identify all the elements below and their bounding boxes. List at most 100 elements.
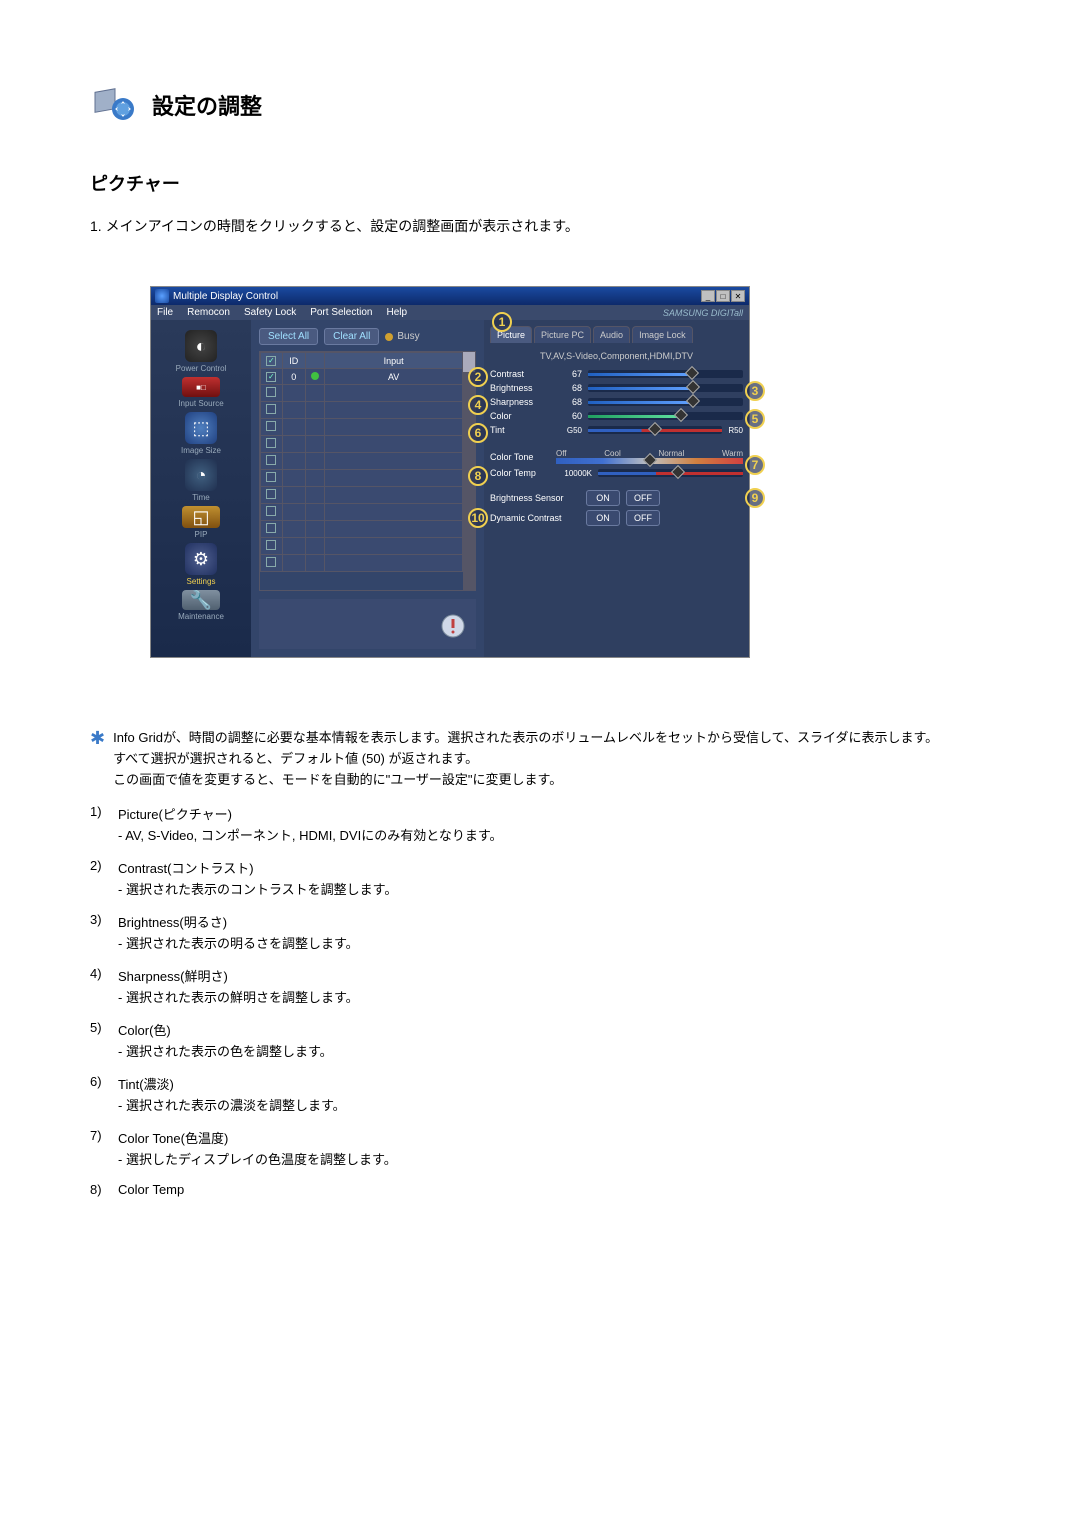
note-item: 5)Color(色)- 選択された表示の色を調整します。 — [90, 1020, 990, 1060]
callout-4: 4 — [468, 395, 488, 415]
table-row[interactable]: 0 AV — [261, 369, 463, 385]
dynamic-contrast-row: Dynamic Contrast ON OFF — [490, 510, 743, 526]
nav-input-source[interactable]: ■□ Input Source — [178, 377, 223, 408]
callout-7: 7 — [745, 455, 765, 475]
header-checkbox[interactable] — [266, 356, 276, 366]
color-row: Color 60 — [490, 411, 743, 421]
nav-maintenance[interactable]: 🔧 Maintenance — [178, 590, 224, 621]
input-icon: ■□ — [182, 377, 220, 397]
close-button[interactable]: ✕ — [731, 290, 745, 302]
table-row[interactable] — [261, 504, 463, 521]
contrast-row: Contrast 67 — [490, 369, 743, 379]
note-item: 8)Color Temp — [90, 1182, 990, 1197]
table-row[interactable] — [261, 538, 463, 555]
sharpness-slider[interactable] — [588, 398, 743, 406]
callout-1: 1 — [492, 312, 512, 332]
color-tone-slider[interactable] — [556, 458, 743, 464]
clear-all-button[interactable]: Clear All — [324, 328, 379, 345]
section-title: ピクチャー — [90, 170, 990, 196]
color-temp-row: Color Temp 10000K — [490, 468, 743, 478]
row-checkbox[interactable] — [266, 372, 276, 382]
busy-indicator: Busy — [385, 331, 419, 342]
maintenance-icon: 🔧 — [182, 590, 220, 610]
brand-label: SAMSUNG DIGITall — [663, 308, 743, 318]
brightness-sensor-on[interactable]: ON — [586, 490, 620, 506]
center-pane: Select All Clear All Busy ID Input — [251, 320, 484, 657]
callout-2: 2 — [468, 367, 488, 387]
callout-9: 9 — [745, 488, 765, 508]
menu-safety-lock[interactable]: Safety Lock — [244, 307, 296, 318]
brightness-sensor-row: Brightness Sensor ON OFF — [490, 490, 743, 506]
table-row[interactable] — [261, 555, 463, 572]
table-row[interactable] — [261, 453, 463, 470]
table-row[interactable] — [261, 521, 463, 538]
callout-8: 8 — [468, 466, 488, 486]
menubar: File Remocon Safety Lock Port Selection … — [151, 305, 749, 320]
page-header: 設定の調整 — [90, 80, 990, 130]
nav-power-control[interactable]: ◐ Power Control — [176, 330, 227, 373]
star-icon: ✱ — [90, 728, 105, 790]
page-title: 設定の調整 — [152, 89, 262, 121]
table-row[interactable] — [261, 436, 463, 453]
window-title: Multiple Display Control — [173, 291, 278, 302]
table-row[interactable] — [261, 385, 463, 402]
callout-6: 6 — [468, 423, 488, 443]
nav-image-size[interactable]: ⬚ Image Size — [181, 412, 221, 455]
time-icon: ◔ — [185, 459, 217, 491]
color-slider[interactable] — [588, 412, 743, 420]
brightness-slider[interactable] — [588, 384, 743, 392]
table-row[interactable] — [261, 402, 463, 419]
callout-3: 3 — [745, 381, 765, 401]
table-row[interactable] — [261, 470, 463, 487]
app-window: Multiple Display Control _ □ ✕ File Remo… — [150, 286, 750, 658]
star-note: ✱ Info Gridが、時間の調整に必要な基本情報を表示します。選択された表示… — [90, 728, 990, 790]
tab-audio[interactable]: Audio — [593, 326, 630, 343]
sharpness-row: Sharpness 68 — [490, 397, 743, 407]
status-strip — [259, 599, 476, 649]
menu-file[interactable]: File — [157, 307, 173, 318]
table-row[interactable] — [261, 419, 463, 436]
tab-picture-pc[interactable]: Picture PC — [534, 326, 591, 343]
note-item: 6)Tint(濃淡)- 選択された表示の濃淡を調整します。 — [90, 1074, 990, 1114]
callout-10: 10 — [468, 508, 488, 528]
pip-icon: ◱ — [182, 506, 220, 528]
col-input: Input — [325, 353, 463, 369]
menu-help[interactable]: Help — [386, 307, 407, 318]
nav-settings[interactable]: ⚙ Settings — [185, 543, 217, 586]
callout-5: 5 — [745, 409, 765, 429]
table-row[interactable] — [261, 487, 463, 504]
menu-port-selection[interactable]: Port Selection — [310, 307, 372, 318]
info-grid: ID Input 0 AV — [259, 351, 476, 591]
maximize-button[interactable]: □ — [716, 290, 730, 302]
nav-pip[interactable]: ◱ PIP — [182, 506, 220, 539]
warning-icon — [440, 613, 466, 639]
titlebar: Multiple Display Control _ □ ✕ — [151, 287, 749, 305]
settings-icon: ⚙ — [185, 543, 217, 575]
sidebar: ◐ Power Control ■□ Input Source ⬚ Image … — [151, 320, 251, 657]
note-item: 4)Sharpness(鮮明さ)- 選択された表示の鮮明さを調整します。 — [90, 966, 990, 1006]
image-size-icon: ⬚ — [185, 412, 217, 444]
tab-image-lock[interactable]: Image Lock — [632, 326, 693, 343]
dynamic-contrast-on[interactable]: ON — [586, 510, 620, 526]
contrast-slider[interactable] — [588, 370, 743, 378]
dynamic-contrast-off[interactable]: OFF — [626, 510, 660, 526]
right-panel: 1 Picture Picture PC Audio Image Lock TV… — [484, 320, 749, 657]
brightness-sensor-off[interactable]: OFF — [626, 490, 660, 506]
select-all-button[interactable]: Select All — [259, 328, 318, 345]
color-temp-slider[interactable] — [598, 469, 743, 477]
tab-subinfo: TV,AV,S-Video,Component,HDMI,DTV — [490, 347, 743, 365]
app-icon — [155, 289, 169, 303]
intro-text: 1. メインアイコンの時間をクリックすると、設定の調整画面が表示されます。 — [90, 216, 990, 236]
settings-header-icon — [90, 80, 140, 130]
note-item: 2)Contrast(コントラスト)- 選択された表示のコントラストを調整します… — [90, 858, 990, 898]
brightness-row: Brightness 68 — [490, 383, 743, 393]
busy-dot-icon — [385, 333, 393, 341]
note-item: 3)Brightness(明るさ)- 選択された表示の明るさを調整します。 — [90, 912, 990, 952]
minimize-button[interactable]: _ — [701, 290, 715, 302]
menu-remocon[interactable]: Remocon — [187, 307, 230, 318]
nav-time[interactable]: ◔ Time — [185, 459, 217, 502]
tint-slider[interactable] — [588, 426, 722, 434]
tint-row: Tint G50 R50 — [490, 425, 743, 435]
col-id: ID — [282, 353, 305, 369]
status-dot-icon — [311, 372, 319, 380]
